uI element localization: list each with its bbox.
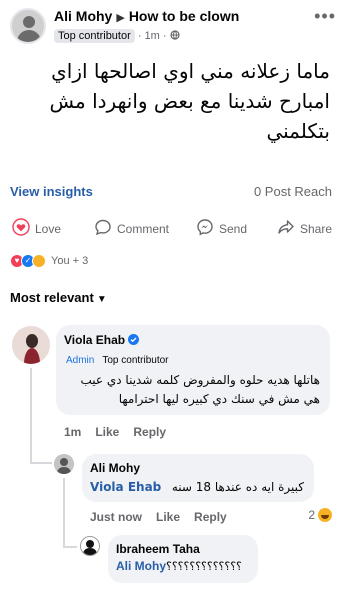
reply-author[interactable]: Ibraheem Taha [116,542,200,556]
reply-reaction-count: 2 [308,508,315,522]
post-reach: 0 Post Reach [253,184,332,199]
comment-author-name: Viola Ehab [64,333,126,347]
comment-badges: Admin Top contributor [66,355,169,366]
reply-bubble[interactable]: Ibraheem Taha Ali Mohy؟؟؟؟؟؟؟؟؟؟؟؟؟ [108,535,258,583]
post-text: ماما زعلانه مني اوي اصالحها ازاي امبارح … [49,59,331,143]
reply-mention[interactable]: Ali Mohy [116,559,166,573]
comment-time[interactable]: 1m [64,425,81,439]
comment-like-button[interactable]: Like [95,425,119,439]
heart-icon [12,218,30,239]
comment-label: Comment [117,221,170,236]
reply-reply-button[interactable]: Reply [194,510,227,524]
action-bar: Love Comment Send Share [10,218,332,242]
top-contributor-badge: Top contributor [102,355,169,366]
replier-avatar[interactable] [54,454,74,474]
avatar-body [17,30,41,42]
replier-avatar[interactable] [80,536,100,556]
send-label: Send [219,221,248,236]
reply-body: Viola Ehab كبيرة ايه ده عندها 18 سنه [90,478,304,497]
avatar-head [23,16,35,28]
chevron-down-icon: ▼ [96,294,107,305]
sort-label: Most relevant [10,290,94,305]
comment-text: هاتلها هديه حلوه والمفروض كلمه شدينا دي … [80,373,320,406]
comment-footer: 1m Like Reply [64,425,180,439]
comment-button[interactable]: Comment [94,218,169,239]
author-avatar[interactable] [10,8,46,44]
messenger-icon [196,218,214,239]
view-insights-link[interactable]: View insights [10,184,93,199]
sad-reaction-icon [32,254,46,268]
reply-mention[interactable]: Viola Ehab [90,478,161,497]
comment-sort-dropdown[interactable]: Most relevant ▼ [10,290,107,305]
reply-bubble[interactable]: Ali Mohy Viola Ehab كبيرة ايه ده عندها 1… [82,454,314,502]
top-contributor-badge: Top contributor [54,29,135,43]
reply-text: ؟؟؟؟؟؟؟؟؟؟؟؟؟ [166,560,242,573]
love-button[interactable]: Love [12,218,61,239]
thread-connector [63,546,77,548]
reply-like-button[interactable]: Like [156,510,180,524]
share-icon [277,218,295,239]
reply-reactions[interactable]: 2 [308,508,332,522]
post-meta: Top contributor · 1m · [54,29,180,43]
comment-reply-button[interactable]: Reply [133,425,166,439]
reply-footer: Just now Like Reply [90,510,241,524]
post-title-line: Ali Mohy ▶ How to be clown [54,8,239,24]
reaction-count: You + 3 [51,255,89,267]
reply-text: كبيرة ايه ده عندها 18 سنه [171,480,304,494]
thread-connector [30,462,52,464]
comment-bubble[interactable]: Viola Ehab Admin Top contributor هاتلها ه… [56,325,330,415]
verified-badge-icon [128,333,140,347]
send-button[interactable]: Send [196,218,247,239]
post-header: Ali Mohy ▶ How to be clown Top contributor… [10,6,336,50]
post-time[interactable]: 1m [145,30,160,42]
comment-icon [94,218,112,239]
share-button[interactable]: Share [277,218,332,239]
play-arrow-icon: ▶ [116,12,125,24]
love-label: Love [35,221,62,236]
author-name[interactable]: Ali Mohy [54,8,112,24]
share-label: Share [299,221,332,236]
reply-body: Ali Mohy؟؟؟؟؟؟؟؟؟؟؟؟؟ [116,559,242,573]
thread-line [63,478,65,548]
commenter-avatar[interactable] [12,326,50,364]
haha-reaction-icon [318,508,332,522]
reactions-summary[interactable]: ♥ ✓ You + 3 [10,253,88,269]
admin-badge: Admin [66,355,95,366]
thread-line [30,368,32,464]
reply-author[interactable]: Ali Mohy [90,461,140,475]
insights-row: View insights 0 Post Reach [10,184,332,204]
more-options-icon[interactable]: ••• [314,6,336,27]
group-name[interactable]: How to be clown [129,8,239,24]
comment-author[interactable]: Viola Ehab [64,333,140,347]
globe-icon [170,30,180,42]
reply-time[interactable]: Just now [90,510,142,524]
